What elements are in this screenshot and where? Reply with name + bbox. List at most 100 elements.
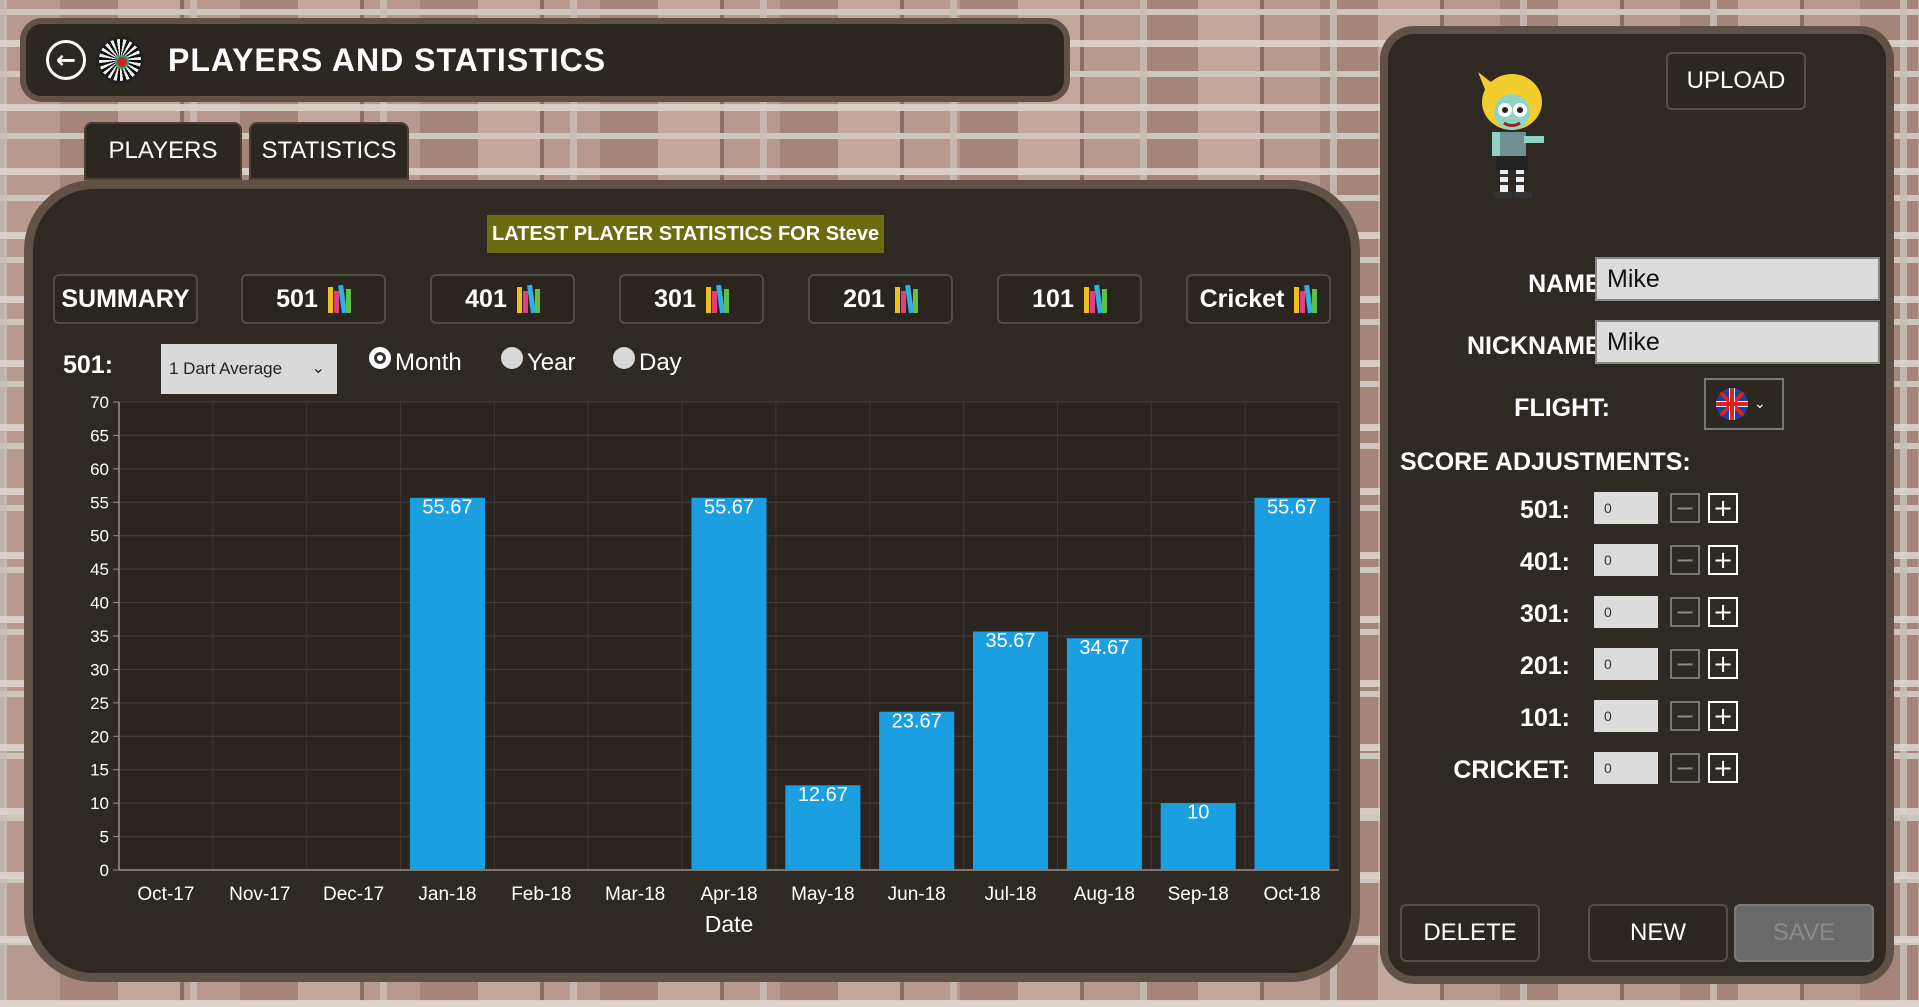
books-icon <box>516 284 540 314</box>
radio-indicator <box>501 347 523 369</box>
score-301-input[interactable]: 0 <box>1594 596 1658 628</box>
score-301-decrement-button[interactable]: − <box>1670 597 1700 627</box>
score-201-input[interactable]: 0 <box>1594 648 1658 680</box>
nickname-field[interactable]: Mike <box>1595 320 1880 364</box>
nickname-label: NICKNAME: <box>1466 332 1610 360</box>
score-cricket-value: 0 <box>1604 760 1612 776</box>
x-tick-label: May-18 <box>791 884 854 905</box>
score-cricket-decrement-button[interactable]: − <box>1670 753 1700 783</box>
x-axis-title: Date <box>705 911 754 937</box>
score-101-increment-button[interactable]: + <box>1708 701 1738 731</box>
score-201-value: 0 <box>1604 656 1612 672</box>
bar-data-label: 34.67 <box>1079 637 1129 659</box>
score-201-increment-button[interactable]: + <box>1708 649 1738 679</box>
upload-button-label: UPLOAD <box>1686 67 1786 94</box>
game-101-button[interactable]: 101 <box>997 274 1142 324</box>
player-avatar[interactable] <box>1472 70 1552 200</box>
period-radio-day[interactable]: Day <box>613 347 682 377</box>
x-tick-label: Apr-18 <box>700 884 757 905</box>
y-tick-label: 25 <box>90 694 109 713</box>
save-button[interactable]: SAVE <box>1734 904 1874 962</box>
score-401-increment-button[interactable]: + <box>1708 545 1738 575</box>
new-button[interactable]: NEW <box>1588 904 1728 962</box>
tab-statistics[interactable]: STATISTICS <box>249 122 409 180</box>
bar <box>879 711 955 870</box>
game-401-button[interactable]: 401 <box>430 274 575 324</box>
nickname-field-value: Mike <box>1607 327 1660 356</box>
bar <box>691 497 767 870</box>
flight-select[interactable]: ⌄ <box>1704 378 1784 430</box>
game-201-button-label: 201 <box>843 284 885 313</box>
score-401-value: 0 <box>1604 552 1612 568</box>
score-101-value: 0 <box>1604 708 1612 724</box>
score-401-label: 401: <box>1519 548 1570 576</box>
x-tick-label: Jun-18 <box>888 884 946 905</box>
new-button-label: NEW <box>1630 919 1686 946</box>
score-401-decrement-button[interactable]: − <box>1670 545 1700 575</box>
bar-data-label: 55.67 <box>422 496 472 518</box>
flight-label: FLIGHT: <box>1514 394 1610 422</box>
tab-statistics-label: STATISTICS <box>261 137 397 164</box>
score-501-value: 0 <box>1604 500 1612 516</box>
bar-data-label: 55.67 <box>704 496 754 518</box>
score-401-input[interactable]: 0 <box>1594 544 1658 576</box>
dartboard-logo-icon <box>96 36 144 84</box>
score-501-input[interactable]: 0 <box>1594 492 1658 524</box>
period-radio-year[interactable]: Year <box>501 347 576 377</box>
chevron-down-icon: ⌄ <box>311 360 325 377</box>
back-arrow-icon[interactable]: ← <box>46 40 86 80</box>
y-tick-label: 35 <box>90 627 109 646</box>
summary-button-label: SUMMARY <box>61 284 190 313</box>
x-tick-label: Aug-18 <box>1074 884 1135 905</box>
score-adjustments-heading: SCORE ADJUSTMENTS: <box>1400 448 1691 476</box>
metric-select-value: 1 Dart Average <box>169 359 283 378</box>
x-tick-label: Oct-18 <box>1264 884 1321 905</box>
name-label: NAME: <box>1528 270 1610 298</box>
player-details-panel: UPLOAD NAME: Mike NICKNAME: Mike FLIGHT:… <box>1380 26 1894 984</box>
score-201-decrement-button[interactable]: − <box>1670 649 1700 679</box>
score-cricket-increment-button[interactable]: + <box>1708 753 1738 783</box>
score-101-input[interactable]: 0 <box>1594 700 1658 732</box>
game-201-button[interactable]: 201 <box>808 274 953 324</box>
uk-flag-icon <box>1716 388 1748 420</box>
tab-players-label: PLAYERS <box>108 137 218 164</box>
game-301-button[interactable]: 301 <box>619 274 764 324</box>
statistics-panel: LATEST PLAYER STATISTICS FOR Steve SUMMA… <box>24 180 1360 982</box>
filter-label: 501: <box>63 351 114 379</box>
cricket-button[interactable]: Cricket <box>1186 274 1331 324</box>
summary-button[interactable]: SUMMARY <box>53 274 198 324</box>
period-radio-month[interactable]: Month <box>369 347 462 377</box>
delete-button[interactable]: DELETE <box>1400 904 1540 962</box>
score-501-decrement-button[interactable]: − <box>1670 493 1700 523</box>
x-tick-label: Jan-18 <box>418 884 476 905</box>
bar-data-label: 55.67 <box>1267 496 1317 518</box>
score-301-increment-button[interactable]: + <box>1708 597 1738 627</box>
x-tick-label: Mar-18 <box>605 884 665 905</box>
x-tick-label: Dec-17 <box>323 884 384 905</box>
period-radio-month-label: Month <box>395 349 462 376</box>
bar <box>973 631 1049 870</box>
metric-select[interactable]: 1 Dart Average ⌄ <box>161 344 337 394</box>
upload-button[interactable]: UPLOAD <box>1666 52 1806 110</box>
name-field[interactable]: Mike <box>1595 257 1880 301</box>
score-501-increment-button[interactable]: + <box>1708 493 1738 523</box>
books-icon <box>705 284 729 314</box>
game-501-button[interactable]: 501 <box>241 274 386 324</box>
tab-players[interactable]: PLAYERS <box>84 122 242 180</box>
bar-data-label: 12.67 <box>798 784 848 806</box>
bar-data-label: 23.67 <box>892 710 942 732</box>
y-tick-label: 40 <box>90 594 109 613</box>
latest-stats-banner: LATEST PLAYER STATISTICS FOR Steve <box>487 215 885 253</box>
score-501-label: 501: <box>1519 496 1570 524</box>
x-tick-label: Nov-17 <box>229 884 290 905</box>
score-301-label: 301: <box>1519 600 1570 628</box>
score-cricket-label: CRICKET: <box>1453 756 1570 784</box>
score-101-decrement-button[interactable]: − <box>1670 701 1700 731</box>
books-icon <box>894 284 918 314</box>
score-cricket-input[interactable]: 0 <box>1594 752 1658 784</box>
period-radio-day-label: Day <box>639 349 682 376</box>
bar <box>1066 638 1142 870</box>
cricket-button-label: Cricket <box>1199 284 1285 313</box>
books-icon <box>327 284 351 314</box>
score-201-label: 201: <box>1519 652 1570 680</box>
